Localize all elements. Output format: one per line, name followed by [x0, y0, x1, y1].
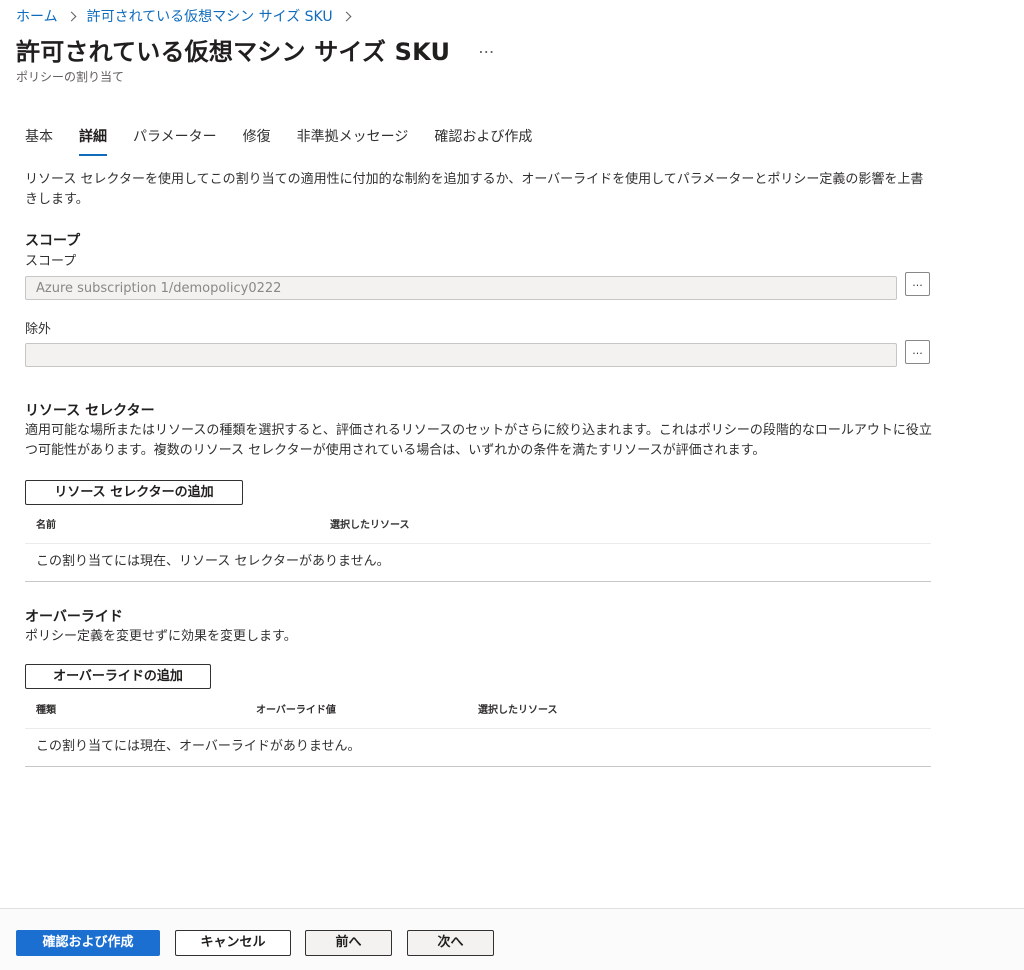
table-divider [25, 581, 931, 582]
page-title: 許可されている仮想マシン サイズ SKU [16, 38, 451, 66]
review-create-button[interactable]: 確認および作成 [16, 930, 160, 956]
exclusion-label: 除外 [25, 322, 52, 337]
more-options-icon[interactable]: … [478, 38, 495, 57]
tab-basics[interactable]: 基本 [25, 126, 53, 156]
resource-selectors-description: 適用可能な場所またはリソースの種類を選択すると、評価されるリソースのセットがさら… [25, 423, 932, 458]
policy-assignment-page: ホーム 許可されている仮想マシン サイズ SKU 許可されている仮想マシン サイ… [0, 0, 1024, 970]
add-resource-selector-button[interactable]: リソース セレクターの追加 [25, 480, 243, 505]
tab-advanced[interactable]: 詳細 [79, 126, 107, 156]
column-header-override-value: オーバーライド値 [256, 705, 336, 716]
overrides-empty-message: この割り当てには現在、オーバーライドがありません。 [36, 739, 361, 754]
intro-text: リソース セレクターを使用してこの割り当ての適用性に付加的な制約を追加するか、オ… [25, 172, 924, 207]
next-button[interactable]: 次へ [407, 930, 494, 956]
tab-remediation[interactable]: 修復 [243, 126, 271, 156]
breadcrumb-home[interactable]: ホーム [16, 6, 58, 26]
tab-non-compliance-messages[interactable]: 非準拠メッセージ [297, 126, 409, 156]
resource-selectors-heading: リソース セレクター [25, 403, 155, 419]
breadcrumb-parent[interactable]: 許可されている仮想マシン サイズ SKU [87, 6, 333, 26]
overrides-description: ポリシー定義を変更せずに効果を変更します。 [25, 629, 297, 644]
column-header-type: 種類 [36, 705, 56, 716]
resource-selectors-empty-message: この割り当てには現在、リソース セレクターがありません。 [36, 554, 390, 569]
overrides-heading: オーバーライド [25, 609, 123, 625]
cancel-button[interactable]: キャンセル [175, 930, 291, 956]
breadcrumb: ホーム 許可されている仮想マシン サイズ SKU [16, 6, 356, 26]
page-subtitle: ポリシーの割り当て [16, 70, 125, 84]
table-divider [25, 766, 931, 767]
add-override-button[interactable]: オーバーライドの追加 [25, 664, 211, 689]
scope-browse-button[interactable]: ... [905, 272, 930, 296]
table-divider [25, 543, 931, 544]
title-row: 許可されている仮想マシン サイズ SKU … [16, 32, 495, 67]
exclusion-browse-button[interactable]: ... [905, 340, 930, 364]
footer-bar: 確認および作成 キャンセル 前へ 次へ [0, 908, 1024, 970]
tab-review-create[interactable]: 確認および作成 [434, 126, 532, 156]
table-divider [25, 728, 931, 729]
column-header-selected-resources: 選択したリソース [478, 705, 558, 716]
tab-parameters[interactable]: パラメーター [133, 126, 217, 156]
column-header-selected-resources: 選択したリソース [330, 520, 410, 531]
tab-bar: 基本 詳細 パラメーター 修復 非準拠メッセージ 確認および作成 [25, 126, 558, 156]
column-header-name: 名前 [36, 520, 56, 531]
chevron-right-icon [66, 11, 77, 21]
scope-field[interactable]: Azure subscription 1/demopolicy0222 [25, 276, 897, 300]
scope-label: スコープ [25, 254, 77, 269]
previous-button[interactable]: 前へ [305, 930, 392, 956]
chevron-right-icon [341, 11, 352, 21]
exclusion-field[interactable] [25, 343, 897, 367]
scope-heading: スコープ [25, 233, 81, 249]
